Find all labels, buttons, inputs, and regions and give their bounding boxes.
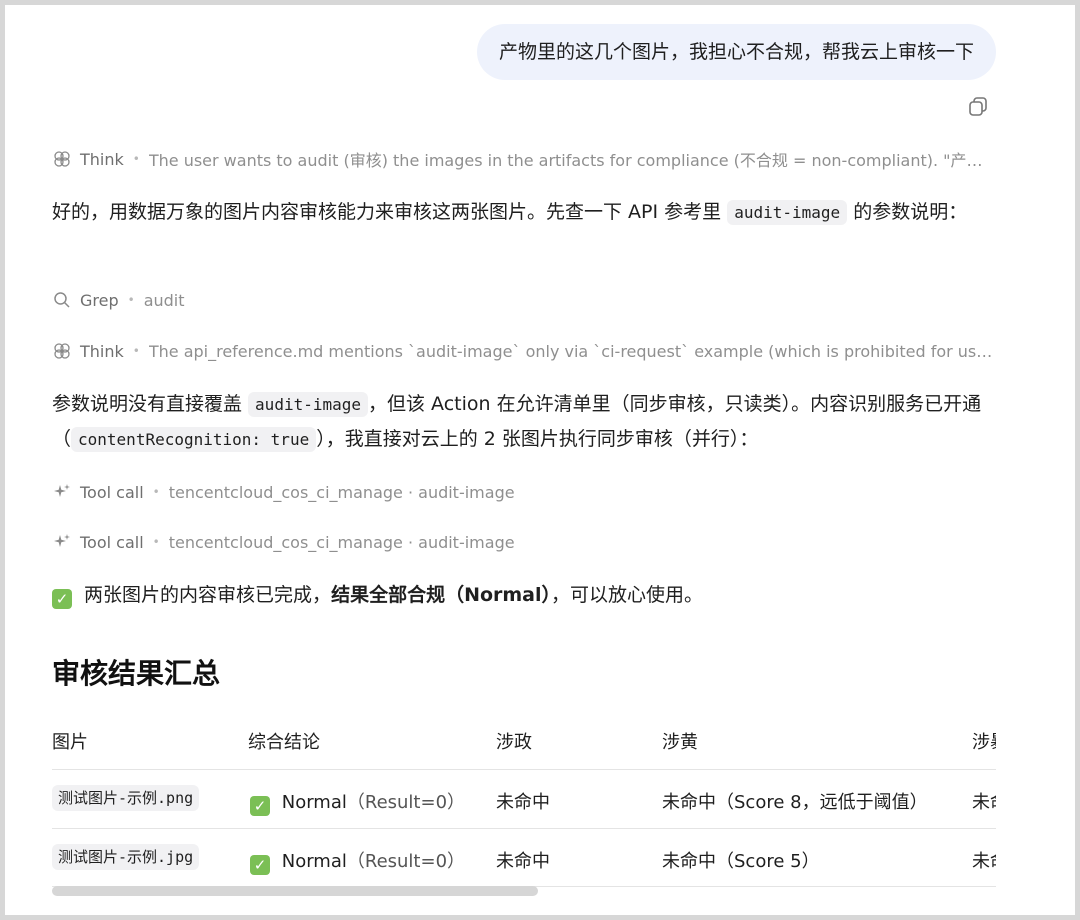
column-header: 涉黄 (662, 732, 698, 753)
user-message-bubble: 产物里的这几个图片，我担心不合规，帮我云上审核一下 (476, 24, 996, 80)
sparkle-icon (52, 482, 72, 502)
tool-call-step[interactable]: Tool call • tencentcloud_cos_ci_manage ·… (52, 480, 996, 504)
table-cell-terror: 未命中 (972, 851, 996, 872)
copy-icon[interactable] (966, 94, 990, 118)
sparkle-icon (52, 532, 72, 552)
verdict-text: Normal (281, 792, 347, 813)
table-cell-politics: 未命中 (496, 792, 550, 813)
row-divider (52, 828, 996, 829)
step-kind: Tool call (80, 532, 144, 552)
separator-dot: • (132, 152, 140, 166)
search-icon (52, 290, 72, 310)
horizontal-scrollbar[interactable] (52, 886, 996, 896)
brain-icon (52, 149, 72, 169)
step-kind: Think (80, 341, 124, 361)
step-kind: Grep (80, 290, 119, 310)
file-name: 测试图片-示例.jpg (52, 844, 200, 870)
step-detail: audit (143, 290, 185, 310)
scrollbar-thumb[interactable] (52, 886, 538, 896)
table-cell-terror: 未命中 (972, 792, 996, 813)
table-cell-politics: 未命中 (496, 851, 550, 872)
step-detail: The api_reference.md mentions `audit-ima… (148, 341, 996, 361)
inline-code: audit-image (248, 392, 369, 417)
verdict-text: Normal (281, 851, 347, 872)
paragraph-text: 好的，用数据万象的图片内容审核能力来审核这两张图片。先查一下 API 参考里 (52, 201, 728, 223)
step-kind: Tool call (80, 482, 144, 502)
table-cell-porn: 未命中（Score 5） (662, 851, 820, 872)
verdict-note: （Result=0） (346, 851, 466, 872)
tool-call-step[interactable]: Tool call • tencentcloud_cos_ci_manage ·… (52, 530, 996, 554)
assistant-paragraph-2: 参数说明没有直接覆盖 audit-image ，但该 Action 在允许清单里（… (52, 387, 996, 457)
assistant-paragraph-1: 好的，用数据万象的图片内容审核能力来审核这两张图片。先查一下 API 参考里 a… (52, 195, 996, 230)
check-icon: ✓ (52, 589, 72, 609)
table-cell-verdict: ✓ Normal（Result=0） (250, 847, 465, 875)
paragraph-text: 两张图片的内容审核已完成， (84, 584, 332, 606)
inline-code: audit-image (727, 200, 848, 225)
table-cell-porn: 未命中（Score 8，远低于阈值） (662, 792, 928, 813)
table-cell-file: 测试图片-示例.jpg (52, 844, 200, 870)
inline-code: contentRecognition: true (71, 427, 317, 452)
think-step[interactable]: Think • The api_reference.md mentions `a… (52, 339, 996, 363)
separator-dot: • (132, 344, 140, 358)
think-step[interactable]: Think • The user wants to audit (审核) the… (52, 147, 996, 171)
paragraph-text: 的参数说明： (847, 201, 968, 223)
row-divider (52, 769, 996, 770)
table-cell-verdict: ✓ Normal（Result=0） (250, 788, 465, 816)
step-detail: tencentcloud_cos_ci_manage · audit-image (168, 532, 515, 552)
column-header: 综合结论 (248, 732, 320, 753)
column-header: 图片 (52, 732, 88, 753)
column-header: 涉暴 (972, 732, 996, 753)
paragraph-text: 参数说明没有直接覆盖 (52, 393, 249, 415)
brain-icon (52, 341, 72, 361)
separator-dot: • (152, 535, 160, 549)
result-paragraph: ✓ 两张图片的内容审核已完成，结果全部合规（Normal），可以放心使用。 (52, 578, 996, 612)
paragraph-text: ，可以放心使用。 (551, 584, 704, 606)
audit-results-table: 图片 综合结论 涉政 涉黄 涉暴 测试图片-示例.png ✓ Normal（Re… (52, 716, 996, 896)
separator-dot: • (152, 485, 160, 499)
column-header: 涉政 (496, 732, 532, 753)
verdict-note: （Result=0） (346, 792, 466, 813)
table-cell-file: 测试图片-示例.png (52, 785, 200, 811)
step-detail: The user wants to audit (审核) the images … (148, 151, 996, 170)
result-bold-text: 结果全部合规（Normal） (331, 584, 552, 606)
step-kind: Think (80, 149, 124, 169)
paragraph-text: ），我直接对云上的 2 张图片执行同步审核（并行）： (316, 428, 759, 450)
check-icon: ✓ (250, 796, 270, 816)
step-detail: tencentcloud_cos_ci_manage · audit-image (168, 482, 515, 502)
summary-heading: 审核结果汇总 (52, 657, 221, 690)
check-icon: ✓ (250, 855, 270, 875)
separator-dot: • (127, 293, 135, 307)
file-name: 测试图片-示例.png (52, 785, 200, 811)
grep-step[interactable]: Grep • audit (52, 288, 996, 312)
